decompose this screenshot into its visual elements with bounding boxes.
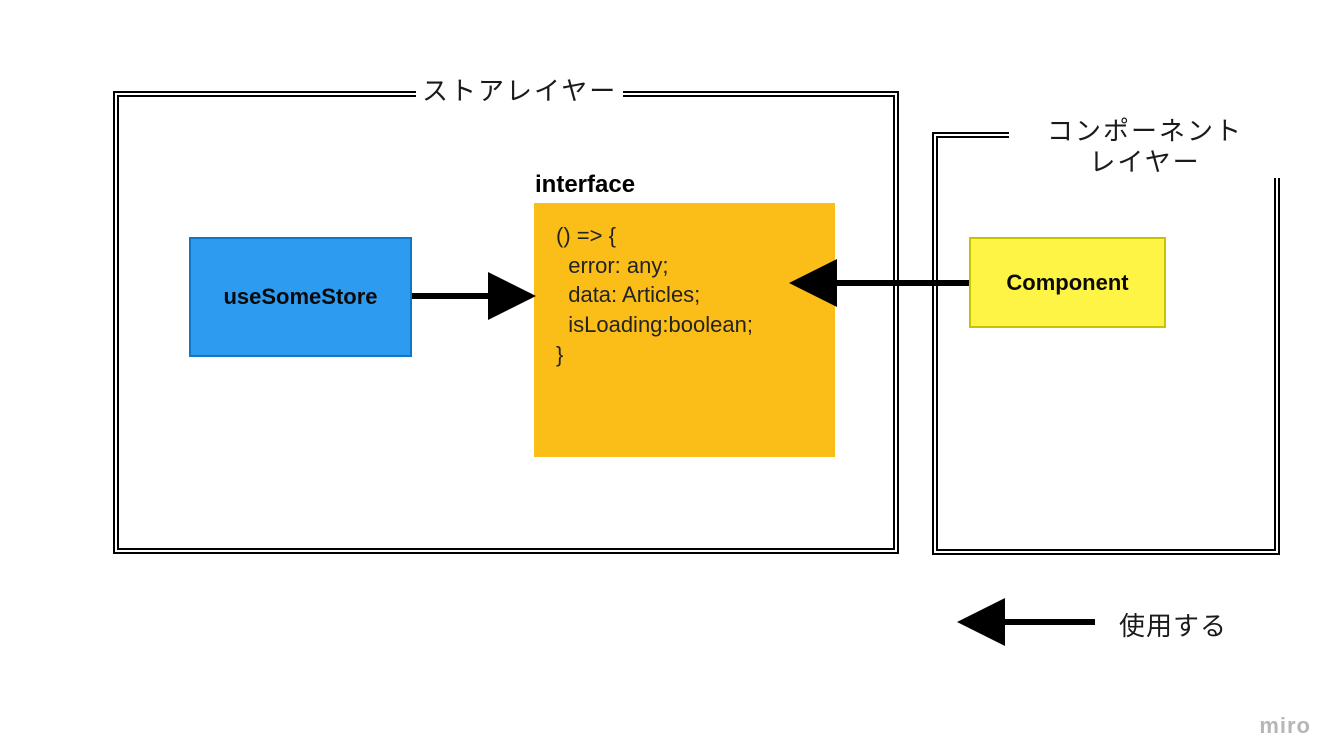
component-layer-title: コンポーネント レイヤー bbox=[1009, 116, 1281, 178]
component-layer-title-line2: レイヤー bbox=[1089, 147, 1200, 177]
use-some-store-label: useSomeStore bbox=[223, 284, 377, 310]
component-layer-title-line1: コンポーネント bbox=[1047, 116, 1243, 146]
component-node: Component bbox=[969, 237, 1166, 328]
store-layer-title: ストアレイヤー bbox=[416, 76, 623, 107]
miro-watermark: miro bbox=[1259, 713, 1311, 739]
legend-uses-label: 使用する bbox=[1119, 606, 1227, 643]
interface-title: interface bbox=[535, 171, 635, 199]
component-layer-frame bbox=[932, 132, 1280, 555]
component-label: Component bbox=[1006, 270, 1128, 296]
use-some-store-node: useSomeStore bbox=[189, 237, 412, 357]
interface-body-node: () => { error: any; data: Articles; isLo… bbox=[534, 203, 835, 457]
